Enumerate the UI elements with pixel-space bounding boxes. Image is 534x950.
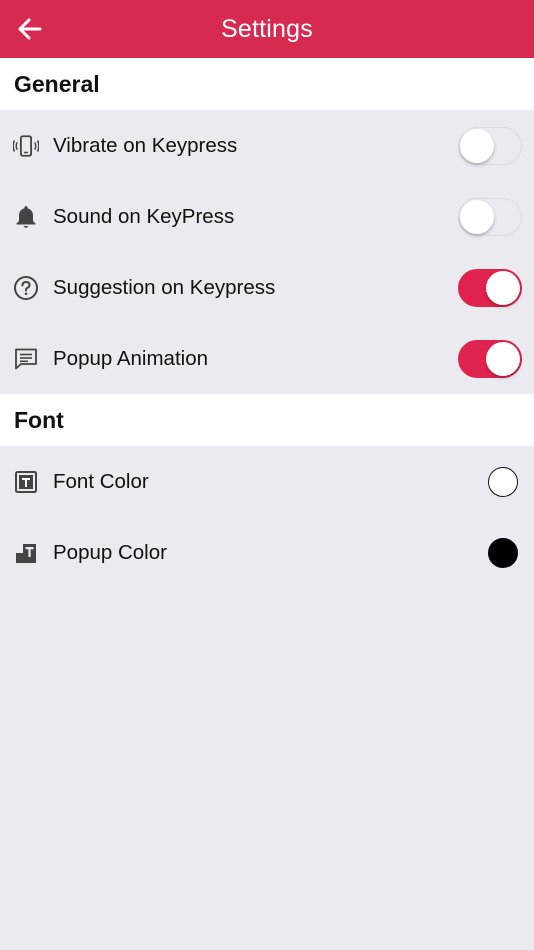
section-header-font: Font (0, 394, 534, 446)
font-settings-group: Font Color Popup Color (0, 446, 534, 588)
arrow-left-icon (18, 18, 42, 40)
setting-label: Font Color (53, 469, 149, 493)
setting-row-vibrate: Vibrate on Keypress (0, 110, 534, 181)
setting-label: Popup Animation (53, 346, 209, 370)
popup-color-swatch[interactable] (488, 537, 518, 568)
vibrate-phone-icon (13, 133, 39, 159)
vibrate-toggle[interactable] (458, 126, 522, 165)
back-button[interactable] (14, 13, 46, 45)
setting-label: Sound on KeyPress (53, 204, 235, 228)
setting-row-font-color: Font Color (0, 446, 534, 517)
popup-text-icon (13, 540, 39, 566)
text-box-icon (13, 469, 39, 495)
setting-row-popup-animation: Popup Animation (0, 323, 534, 394)
setting-label: Popup Color (53, 540, 167, 564)
page-title: Settings (221, 14, 313, 43)
question-circle-icon (13, 275, 39, 301)
toggle-knob (486, 270, 520, 305)
message-lines-icon (13, 346, 39, 372)
toggle-knob (486, 341, 520, 376)
section-header-general: General (0, 58, 534, 110)
toggle-knob (460, 199, 494, 234)
setting-label: Vibrate on Keypress (53, 133, 238, 157)
toggle-knob (460, 128, 494, 163)
font-color-swatch[interactable] (488, 466, 518, 497)
suggestion-toggle[interactable] (458, 268, 522, 307)
setting-row-popup-color: Popup Color (0, 517, 534, 588)
sound-toggle[interactable] (458, 197, 522, 236)
setting-row-suggestion: Suggestion on Keypress (0, 252, 534, 323)
setting-row-sound: Sound on KeyPress (0, 181, 534, 252)
popup-animation-toggle[interactable] (458, 339, 522, 378)
setting-label: Suggestion on Keypress (53, 275, 276, 299)
app-bar: Settings (0, 0, 534, 58)
general-settings-group: Vibrate on Keypress Sound on KeyPress Su… (0, 110, 534, 394)
bell-icon (13, 204, 39, 230)
